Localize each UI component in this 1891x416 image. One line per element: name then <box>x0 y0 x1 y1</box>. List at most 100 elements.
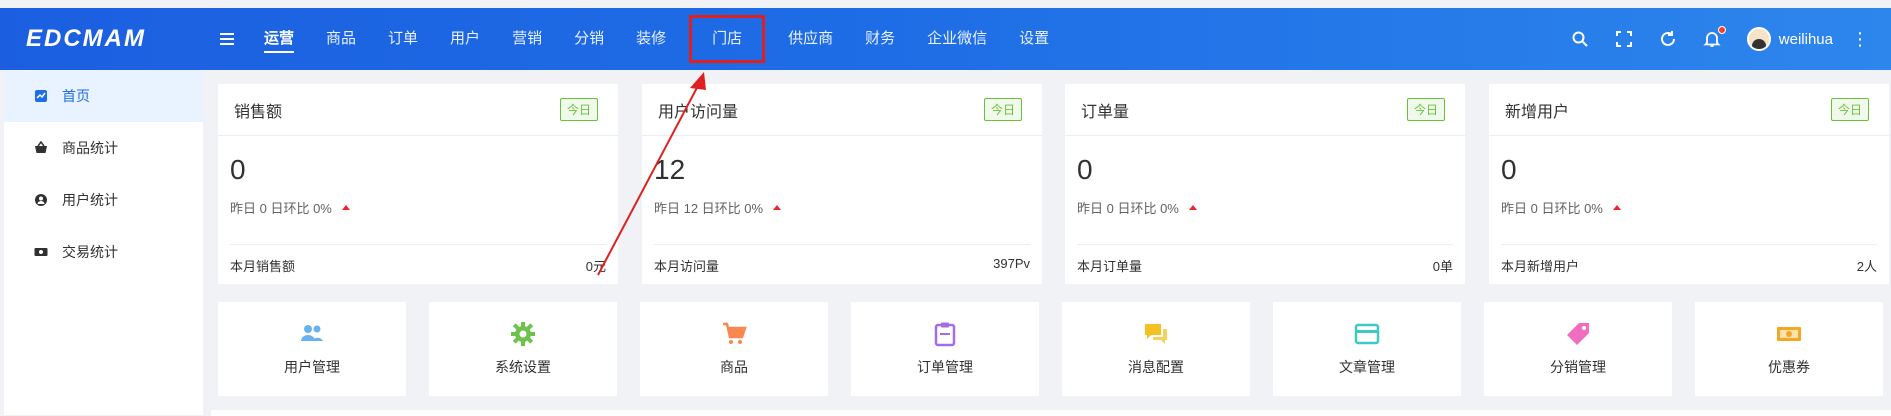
stat-card-orders: 订单量 今日 0 昨日 0 日环比 0% 本月订单量 0单 <box>1065 84 1465 284</box>
more-vertical-icon[interactable]: ⋮ <box>1851 29 1869 50</box>
user-menu[interactable]: weilihua ⋮ <box>1746 27 1869 51</box>
nav-label: 运营 <box>264 30 295 53</box>
nav-item-marketing[interactable]: 营销 <box>496 8 558 70</box>
stat-compare: 昨日 0 日环比 0% <box>218 198 618 217</box>
nav-item-orders[interactable]: 订单 <box>372 8 434 70</box>
nav-item-products[interactable]: 商品 <box>310 8 372 70</box>
quick-link-label: 系统设置 <box>495 359 551 375</box>
divider <box>654 244 1030 245</box>
cart-icon <box>721 321 747 347</box>
quick-link-label: 订单管理 <box>917 359 973 375</box>
clipboard-icon <box>932 321 958 347</box>
nav-item-wecom[interactable]: 企业微信 <box>911 8 1003 70</box>
nav-label: 订单 <box>388 30 419 47</box>
sidebar-item-user-stats[interactable]: 用户统计 <box>4 174 203 226</box>
basket-icon <box>34 141 48 155</box>
nav-item-users[interactable]: 用户 <box>434 8 496 70</box>
nav-label: 门店 <box>712 30 743 47</box>
stat-title: 订单量 <box>1081 103 1130 121</box>
quick-link-message-config[interactable]: 消息配置 <box>1062 302 1250 396</box>
user-circle-icon <box>34 193 48 207</box>
period-tag: 今日 <box>1406 98 1445 121</box>
foot-label: 本月销售额 <box>230 259 296 274</box>
foot-label: 本月订单量 <box>1077 259 1143 274</box>
quick-link-label: 消息配置 <box>1128 359 1184 375</box>
stat-compare: 昨日 12 日环比 0% <box>642 198 1042 217</box>
divider <box>230 244 606 245</box>
stat-footer: 本月新增用户 2人 <box>1501 256 1877 275</box>
nav-item-finance[interactable]: 财务 <box>849 8 911 70</box>
nav-label: 商品 <box>326 30 357 47</box>
nav-item-decoration[interactable]: 装修 <box>620 8 682 70</box>
users-icon <box>299 321 325 347</box>
compare-text: 昨日 0 日环比 0% <box>230 201 332 216</box>
stat-card-header: 销售额 今日 <box>218 84 618 136</box>
nav-label: 用户 <box>450 30 481 47</box>
compare-text: 昨日 12 日环比 0% <box>654 201 764 216</box>
sidebar-item-label: 交易统计 <box>62 244 118 260</box>
trend-up-icon <box>1188 205 1197 210</box>
stat-card-header: 订单量 今日 <box>1065 84 1465 136</box>
stat-value: 0 <box>1077 154 1093 185</box>
menu-toggle-icon[interactable] <box>212 24 242 54</box>
main-nav: 运营 商品 订单 用户 营销 分销 装修 门店 供应商 财务 企业微信 设置 <box>248 8 1065 70</box>
stat-compare: 昨日 0 日环比 0% <box>1065 198 1465 217</box>
sidebar-item-home[interactable]: 首页 <box>4 70 203 122</box>
nav-item-operations[interactable]: 运营 <box>248 8 310 70</box>
nav-item-store[interactable]: 门店 <box>682 8 772 70</box>
nav-label: 财务 <box>865 30 896 47</box>
topbar-actions: weilihua ⋮ <box>1571 26 1891 51</box>
money-icon <box>34 245 48 259</box>
quick-link-coupons[interactable]: 优惠券 <box>1695 302 1883 396</box>
quick-link-user-management[interactable]: 用户管理 <box>218 302 406 396</box>
sidebar-item-product-stats[interactable]: 商品统计 <box>4 122 203 174</box>
quick-link-order-management[interactable]: 订单管理 <box>851 302 1039 396</box>
brand-logo[interactable]: EDCMAM <box>0 25 204 53</box>
stat-card-header: 用户访问量 今日 <box>642 84 1042 136</box>
top-navigation-bar: EDCMAM 运营 商品 订单 用户 营销 分销 装修 门店 供应商 财务 企业… <box>0 8 1891 70</box>
content-panel-edge <box>211 410 1891 416</box>
bell-icon[interactable] <box>1703 26 1726 48</box>
nav-item-supplier[interactable]: 供应商 <box>772 8 849 70</box>
foot-label: 本月访问量 <box>654 259 720 274</box>
quick-link-article-management[interactable]: 文章管理 <box>1273 302 1461 396</box>
compare-text: 昨日 0 日环比 0% <box>1501 201 1603 216</box>
stat-title: 新增用户 <box>1505 103 1570 121</box>
foot-value: 397Pv <box>993 256 1030 271</box>
nav-label: 装修 <box>636 30 667 47</box>
stat-value: 0 <box>1501 154 1517 185</box>
nav-label: 分销 <box>574 30 605 47</box>
fullscreen-icon[interactable] <box>1615 30 1633 48</box>
nav-label: 设置 <box>1019 30 1050 47</box>
trend-up-icon <box>1612 205 1621 210</box>
notification-badge <box>1717 26 1726 34</box>
username: weilihua <box>1778 30 1833 48</box>
divider <box>1077 244 1453 245</box>
foot-value: 2人 <box>1856 259 1877 274</box>
quick-link-label: 用户管理 <box>284 359 340 375</box>
stat-card-new-users: 新增用户 今日 0 昨日 0 日环比 0% 本月新增用户 2人 <box>1489 84 1889 284</box>
dashboard-icon <box>34 89 48 103</box>
card-icon <box>1354 321 1380 347</box>
stat-title: 用户访问量 <box>658 103 739 121</box>
quick-link-label: 分销管理 <box>1550 359 1606 375</box>
sidebar-item-trade-stats[interactable]: 交易统计 <box>4 226 203 278</box>
period-tag: 今日 <box>1830 98 1869 121</box>
nav-label: 营销 <box>512 30 543 47</box>
foot-value: 0元 <box>585 259 606 274</box>
dashboard-main: 销售额 今日 0 昨日 0 日环比 0% 本月销售额 0元 用户访问量 今日 1… <box>203 70 1891 416</box>
trend-up-icon <box>773 205 782 210</box>
quick-link-system-settings[interactable]: 系统设置 <box>429 302 617 396</box>
stat-card-sales: 销售额 今日 0 昨日 0 日环比 0% 本月销售额 0元 <box>218 84 618 284</box>
nav-label: 企业微信 <box>927 30 988 47</box>
search-icon[interactable] <box>1571 30 1589 48</box>
quick-link-distribution-management[interactable]: 分销管理 <box>1484 302 1672 396</box>
nav-item-distribution[interactable]: 分销 <box>558 8 620 70</box>
sidebar: 首页 商品统计 用户统计 交易统计 <box>4 70 203 415</box>
tag-icon <box>1565 321 1591 347</box>
refresh-icon[interactable] <box>1659 30 1677 48</box>
foot-value: 0单 <box>1432 259 1453 274</box>
nav-item-settings[interactable]: 设置 <box>1003 8 1065 70</box>
quick-link-products[interactable]: 商品 <box>640 302 828 396</box>
stat-value: 0 <box>230 154 246 185</box>
